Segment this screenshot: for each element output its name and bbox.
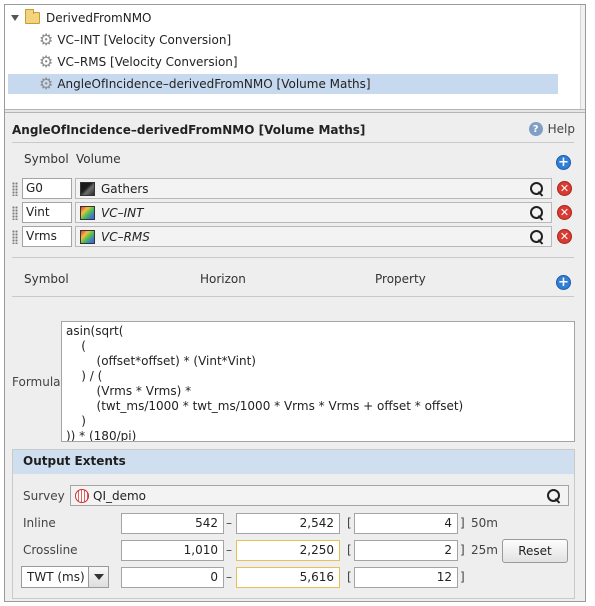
bracket-close: ] bbox=[460, 516, 465, 530]
search-icon[interactable] bbox=[546, 488, 562, 504]
inline-to-input[interactable]: 2,542 bbox=[236, 513, 340, 534]
tree-item-label: VC–INT [Velocity Conversion] bbox=[57, 33, 232, 47]
search-icon[interactable] bbox=[529, 229, 545, 245]
domain-select[interactable]: TWT (ms) bbox=[21, 566, 109, 588]
bracket-close: ] bbox=[460, 570, 465, 584]
divider bbox=[12, 296, 574, 297]
velocity-cube-icon bbox=[80, 205, 95, 220]
expand-triangle-icon[interactable] bbox=[11, 15, 19, 21]
process-tree: DerivedFromNMO ⚙ VC–INT [Velocity Conver… bbox=[5, 5, 577, 109]
volume-name: Gathers bbox=[101, 181, 149, 196]
symbol-input[interactable]: Vint bbox=[22, 202, 72, 223]
formula-textarea[interactable]: asin(sqrt( ( (offset*offset) * (Vint*Vin… bbox=[61, 321, 575, 442]
help-link[interactable]: ? Help bbox=[528, 122, 575, 136]
bracket-open: [ bbox=[347, 543, 352, 557]
help-icon: ? bbox=[528, 122, 543, 136]
remove-volume-button[interactable]: ✕ bbox=[557, 229, 572, 244]
volume-name: VC–RMS bbox=[101, 229, 150, 244]
symbol-input[interactable]: Vrms bbox=[22, 226, 72, 247]
drag-handle-icon[interactable] bbox=[12, 182, 18, 196]
tree-item-vc-rms[interactable]: ⚙ VC–RMS [Velocity Conversion] bbox=[39, 52, 238, 72]
search-icon[interactable] bbox=[529, 205, 545, 221]
volume-selector[interactable]: VC–INT bbox=[75, 202, 552, 223]
volumes-col-symbol: Symbol bbox=[24, 152, 69, 166]
volume-row: Vrms VC–RMS ✕ bbox=[12, 226, 574, 248]
bracket-open: [ bbox=[347, 516, 352, 530]
gear-icon: ⚙ bbox=[39, 52, 54, 71]
volume-row: G0 Gathers ✕ bbox=[12, 178, 574, 200]
volume-name: VC–INT bbox=[101, 205, 144, 220]
search-icon[interactable] bbox=[529, 181, 545, 197]
survey-label: Survey bbox=[23, 489, 65, 503]
volume-selector[interactable]: Gathers bbox=[75, 178, 552, 199]
output-extents-header[interactable]: Output Extents bbox=[13, 450, 574, 474]
remove-volume-button[interactable]: ✕ bbox=[557, 181, 572, 196]
reset-button[interactable]: Reset bbox=[502, 539, 568, 563]
tree-item-label: VC–RMS [Velocity Conversion] bbox=[57, 55, 238, 69]
gathers-cube-icon bbox=[80, 181, 95, 196]
divider bbox=[12, 142, 574, 143]
drag-handle-icon[interactable] bbox=[12, 206, 18, 220]
horizons-col-horizon: Horizon bbox=[200, 272, 246, 286]
drag-handle-icon[interactable] bbox=[12, 230, 18, 244]
survey-selector[interactable]: QI_demo bbox=[70, 485, 569, 506]
app-frame: DerivedFromNMO ⚙ VC–INT [Velocity Conver… bbox=[4, 4, 586, 602]
crossline-label: Crossline bbox=[23, 543, 78, 557]
help-label: Help bbox=[547, 122, 575, 136]
tree-item-vc-int[interactable]: ⚙ VC–INT [Velocity Conversion] bbox=[39, 30, 231, 50]
volume-row: Vint VC–INT ✕ bbox=[12, 202, 574, 224]
inline-label: Inline bbox=[23, 516, 56, 530]
gear-icon: ⚙ bbox=[39, 74, 54, 93]
velocity-cube-icon bbox=[80, 229, 95, 244]
inline-spacing: 50m bbox=[471, 516, 498, 530]
tree-scrollbar[interactable] bbox=[580, 5, 585, 109]
bracket-close: ] bbox=[460, 543, 465, 557]
time-step-input[interactable]: 12 bbox=[354, 567, 458, 588]
horizons-col-symbol: Symbol bbox=[24, 272, 69, 286]
range-dash: – bbox=[226, 570, 232, 584]
divider bbox=[12, 257, 574, 258]
output-extents-section: Output Extents Survey QI_demo Inline 542… bbox=[12, 449, 575, 599]
inline-from-input[interactable]: 542 bbox=[121, 513, 224, 534]
chevron-down-icon[interactable] bbox=[88, 567, 108, 587]
time-to-input[interactable]: 5,616 bbox=[236, 567, 340, 588]
tree-item-label: AngleOfIncidence–derivedFromNMO [Volume … bbox=[57, 77, 371, 91]
folder-label: DerivedFromNMO bbox=[46, 11, 152, 25]
remove-volume-button[interactable]: ✕ bbox=[557, 205, 572, 220]
volume-maths-panel: AngleOfIncidence–derivedFromNMO [Volume … bbox=[5, 113, 585, 601]
formula-label: Formula bbox=[12, 375, 61, 389]
gear-icon: ⚙ bbox=[39, 30, 54, 49]
panel-title: AngleOfIncidence–derivedFromNMO [Volume … bbox=[12, 123, 366, 137]
survey-value: QI_demo bbox=[93, 488, 147, 503]
crossline-spacing: 25m bbox=[471, 543, 498, 557]
tree-item-angle-of-incidence[interactable]: ⚙ AngleOfIncidence–derivedFromNMO [Volum… bbox=[8, 74, 558, 94]
volumes-col-volume: Volume bbox=[76, 152, 121, 166]
symbol-input[interactable]: G0 bbox=[22, 178, 72, 199]
domain-select-value: TWT (ms) bbox=[27, 570, 85, 584]
time-from-input[interactable]: 0 bbox=[121, 567, 224, 588]
range-dash: – bbox=[226, 516, 232, 530]
inline-step-input[interactable]: 4 bbox=[354, 513, 458, 534]
crossline-from-input[interactable]: 1,010 bbox=[121, 540, 224, 561]
tree-folder-derived[interactable]: DerivedFromNMO bbox=[11, 8, 152, 28]
survey-globe-icon bbox=[75, 488, 89, 503]
crossline-to-input[interactable]: 2,250 bbox=[236, 540, 340, 561]
horizons-col-property: Property bbox=[375, 272, 426, 286]
folder-icon bbox=[25, 9, 40, 24]
bracket-open: [ bbox=[347, 570, 352, 584]
range-dash: – bbox=[226, 543, 232, 557]
add-volume-button[interactable]: + bbox=[556, 155, 571, 170]
add-horizon-button[interactable]: + bbox=[556, 275, 571, 290]
volume-selector[interactable]: VC–RMS bbox=[75, 226, 552, 247]
crossline-step-input[interactable]: 2 bbox=[354, 540, 458, 561]
